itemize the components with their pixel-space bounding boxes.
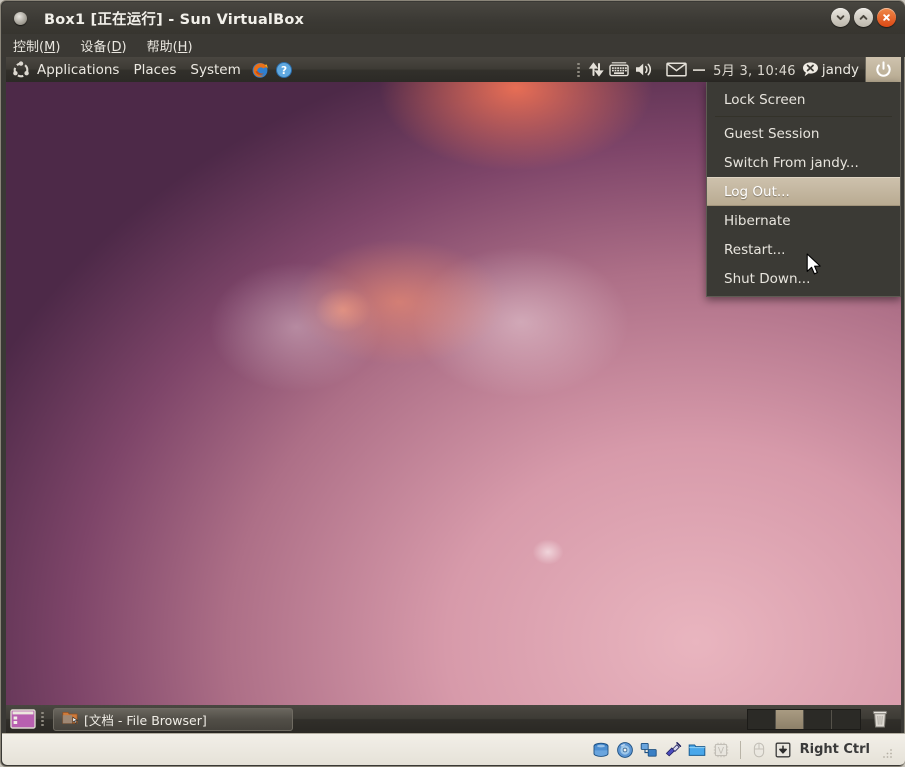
- menu-item-lock-screen[interactable]: Lock Screen: [707, 85, 900, 114]
- gnome-top-panel: Applications Places System ?: [6, 57, 901, 82]
- taskbar-grip-icon[interactable]: [39, 710, 46, 728]
- power-button[interactable]: [865, 57, 901, 82]
- host-key-label: Right Ctrl: [800, 742, 870, 757]
- maximize-button[interactable]: [854, 8, 873, 27]
- virtualbox-status-bar: V Right Ctrl: [2, 733, 905, 765]
- menu-item-guest-session[interactable]: Guest Session: [707, 119, 900, 148]
- menu-item-restart[interactable]: Restart...: [707, 235, 900, 264]
- guest-screen: Applications Places System ?: [6, 57, 901, 733]
- help-icon[interactable]: ?: [273, 59, 295, 81]
- panel-tray: 5月 3, 10:46 jandy: [572, 57, 901, 82]
- folder-icon[interactable]: [688, 740, 707, 759]
- resize-grip-icon[interactable]: [881, 744, 893, 756]
- workspace-1[interactable]: [748, 710, 776, 729]
- taskbar-window-button[interactable]: [文档 - File Browser]: [53, 708, 293, 731]
- user-offline-icon[interactable]: [800, 59, 822, 81]
- window-title: Box1 [正在运行] - Sun VirtualBox: [44, 8, 304, 29]
- workspace-4[interactable]: [832, 710, 860, 729]
- keyboard-icon[interactable]: [607, 59, 631, 81]
- workspace-2[interactable]: [776, 710, 804, 729]
- vm-state-icon: [14, 12, 27, 25]
- file-browser-icon: [62, 710, 78, 728]
- menu-item-log-out[interactable]: Log Out...: [707, 177, 900, 206]
- workspace-3[interactable]: [804, 710, 832, 729]
- workspace-switcher: [747, 709, 861, 730]
- mouse-icon: [750, 740, 769, 759]
- mouse-cursor: [806, 253, 823, 281]
- menu-item-shut-down[interactable]: Shut Down...: [707, 264, 900, 293]
- panel-menu-applications[interactable]: Applications: [30, 59, 126, 81]
- status-separator: [740, 741, 741, 759]
- taskbar-window-label: [文档 - File Browser]: [84, 710, 207, 729]
- host-key-icon[interactable]: [774, 740, 793, 759]
- vm-menu-devices[interactable]: 设备(D): [71, 34, 135, 57]
- firefox-icon[interactable]: [249, 59, 271, 81]
- harddisk-icon[interactable]: [592, 740, 611, 759]
- ubuntu-logo-icon[interactable]: [12, 61, 30, 79]
- svg-text:?: ?: [281, 65, 287, 77]
- show-desktop-button[interactable]: [10, 709, 36, 729]
- menu-item-switch-user[interactable]: Switch From jandy...: [707, 148, 900, 177]
- user-name-label[interactable]: jandy: [822, 62, 865, 78]
- panel-menu-system[interactable]: System: [183, 59, 247, 81]
- clock[interactable]: 5月 3, 10:46: [709, 60, 800, 79]
- panel-menu-places[interactable]: Places: [126, 59, 183, 81]
- speaker-icon[interactable]: [631, 59, 657, 81]
- usb-icon[interactable]: [664, 740, 683, 759]
- trash-icon[interactable]: [869, 708, 895, 730]
- dash-icon[interactable]: [689, 59, 709, 81]
- network-arrows-icon[interactable]: [585, 59, 607, 81]
- close-button[interactable]: [877, 8, 896, 27]
- envelope-icon[interactable]: [663, 59, 689, 81]
- network-icon[interactable]: [640, 740, 659, 759]
- vm-menu-help[interactable]: 帮助(H): [138, 34, 202, 57]
- vt-x-chip-icon: V: [712, 740, 731, 759]
- vm-menu-control[interactable]: 控制(M): [4, 34, 69, 57]
- grip-icon[interactable]: [575, 61, 582, 79]
- gnome-bottom-panel: [文档 - File Browser]: [6, 705, 901, 733]
- menu-separator: [715, 116, 892, 117]
- window-titlebar: Box1 [正在运行] - Sun VirtualBox: [2, 2, 905, 34]
- virtualbox-window: Box1 [正在运行] - Sun VirtualBox 控制(M) 设备(D)…: [0, 0, 905, 767]
- cd-icon[interactable]: [616, 740, 635, 759]
- svg-text:V: V: [718, 746, 725, 756]
- vm-menubar: 控制(M) 设备(D) 帮助(H): [2, 34, 905, 57]
- minimize-button[interactable]: [831, 8, 850, 27]
- menu-item-hibernate[interactable]: Hibernate: [707, 206, 900, 235]
- session-indicator-menu: Lock Screen Guest Session Switch From ja…: [706, 82, 901, 297]
- window-controls: [831, 8, 896, 27]
